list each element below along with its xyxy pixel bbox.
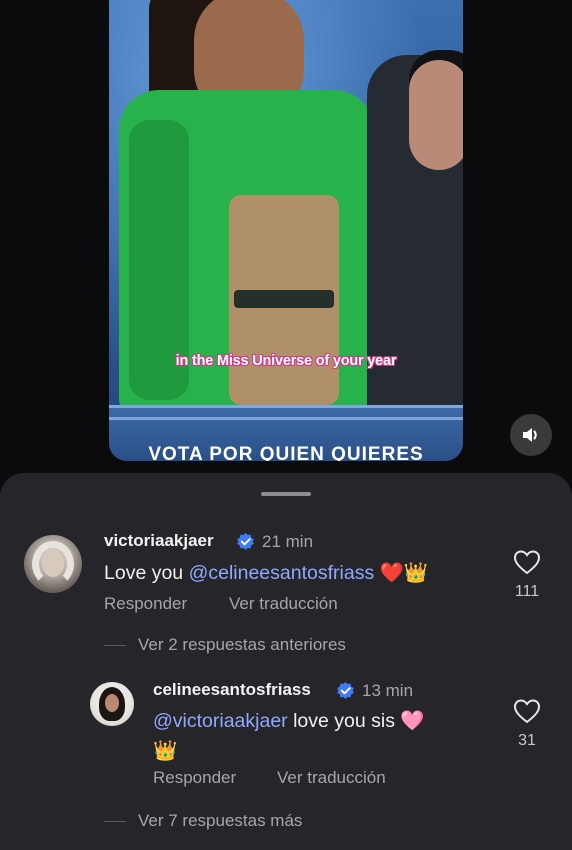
pink-heart-emoji: 🩷 — [400, 709, 425, 732]
view-more-replies-button[interactable]: Ver 7 respuestas más — [138, 811, 302, 831]
like-count: 31 — [518, 732, 536, 749]
reply-button[interactable]: Responder — [104, 594, 187, 614]
comment-mention[interactable]: @celineesantosfriass — [189, 562, 375, 584]
reply-button[interactable]: Responder — [153, 768, 236, 788]
avatar[interactable] — [90, 682, 134, 726]
comment-username[interactable]: celineesantosfriass — [153, 680, 311, 700]
avatar-face — [42, 549, 64, 577]
comment-time: 13 min — [362, 681, 414, 700]
verified-badge-icon — [237, 532, 254, 551]
crown-emoji: 👑 — [153, 739, 178, 762]
see-translation-button[interactable]: Ver traducción — [277, 768, 386, 788]
sound-toggle-button[interactable] — [510, 414, 552, 456]
video-figure-belt — [234, 290, 334, 308]
verified-badge-icon — [337, 681, 354, 700]
screen: in the Miss Universe of your year VOTA P… — [0, 0, 572, 850]
comment-text-prefix: Love you — [104, 562, 189, 584]
comment-time: 21 min — [262, 532, 314, 551]
avatar[interactable] — [24, 535, 82, 593]
comment-username[interactable]: victoriaakjaer — [104, 531, 214, 551]
video-banner-line — [109, 417, 463, 420]
comment-text-suffix: love you sis — [287, 710, 401, 732]
sheet-drag-handle[interactable] — [261, 492, 311, 496]
comment-text: @victoriaakjaer love you sis 🩷 👑 — [153, 706, 483, 766]
view-previous-replies-button[interactable]: Ver 2 respuestas anteriores — [138, 635, 346, 655]
like-count: 111 — [514, 583, 540, 600]
comment-text: Love you @celineesantosfriass ❤️👑 — [104, 558, 428, 588]
comment-mention[interactable]: @victoriaakjaer — [153, 710, 288, 732]
replies-divider — [104, 645, 126, 646]
video-caption: in the Miss Universe of your year — [175, 353, 397, 369]
avatar-face — [105, 694, 119, 712]
like-heart-icon[interactable] — [513, 549, 541, 575]
speaker-icon — [523, 428, 537, 442]
video-second-figure-face — [409, 60, 463, 170]
comments-sheet — [0, 473, 572, 850]
video-banner-text: VOTA POR QUIEN QUIERES — [148, 444, 424, 461]
video-player[interactable]: in the Miss Universe of your year VOTA P… — [109, 0, 463, 461]
see-translation-button[interactable]: Ver traducción — [229, 594, 338, 614]
like-heart-icon[interactable] — [513, 698, 541, 724]
comment-emoji: ❤️👑 — [379, 561, 429, 584]
replies-divider — [104, 821, 126, 822]
